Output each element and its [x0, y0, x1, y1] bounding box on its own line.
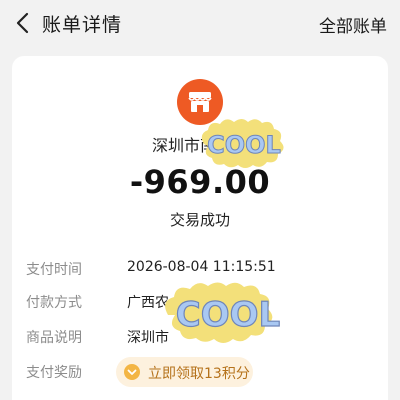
- page-title: 账单详情: [42, 14, 123, 36]
- payment-reward-label: 支付奖励: [26, 365, 82, 381]
- claim-points-button[interactable]: 立即领取13积分: [116, 357, 253, 387]
- cool-sticker-text: COOL: [207, 131, 281, 159]
- chevron-left-icon[interactable]: [12, 11, 34, 35]
- payment-method-label: 付款方式: [26, 295, 82, 311]
- transaction-status: 交易成功: [169, 211, 230, 229]
- payment-time-label: 支付时间: [26, 262, 82, 278]
- payment-time-value: 2026-08-04 11:15:51: [127, 259, 276, 275]
- product-description-label: 商品说明: [26, 330, 82, 346]
- cool-sticker: COOL: [165, 282, 281, 343]
- cool-sticker: COOL: [201, 119, 284, 168]
- claim-points-label: 立即领取13积分: [148, 366, 250, 382]
- all-bills-link[interactable]: 全部账单: [319, 12, 387, 37]
- cool-sticker-text: COOL: [176, 295, 280, 335]
- chevron-down-circle-icon: [124, 364, 140, 380]
- top-bar: 账单详情 全部账单: [0, 0, 400, 48]
